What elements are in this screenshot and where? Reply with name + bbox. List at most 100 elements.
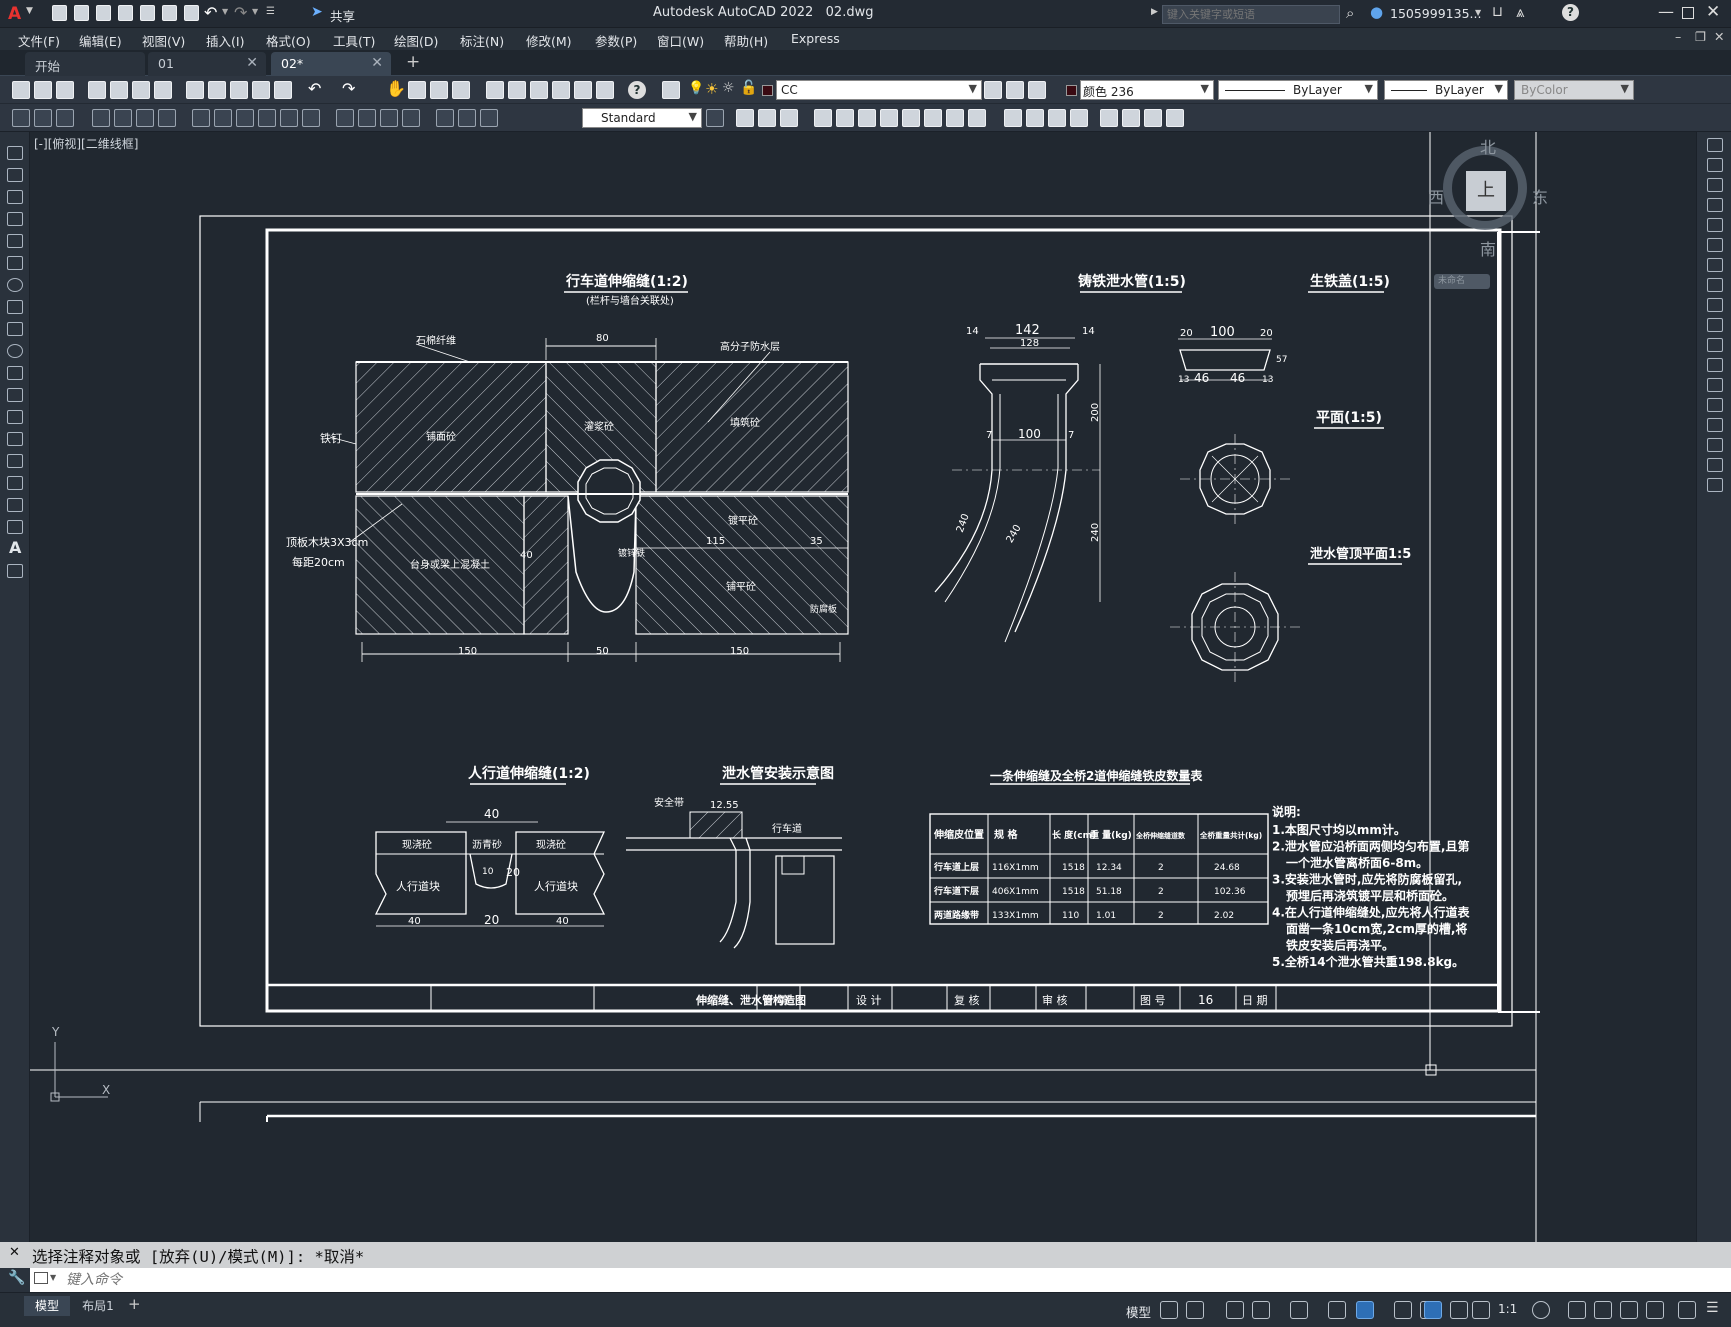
extend-icon[interactable] bbox=[1707, 338, 1723, 352]
close-tab-icon[interactable]: ✕ bbox=[371, 55, 383, 71]
lineweight-dropdown[interactable]: ByLayer ▼ bbox=[1384, 80, 1508, 100]
menu-tools[interactable]: 工具(T) bbox=[333, 31, 375, 50]
menu-window[interactable]: 窗口(W) bbox=[657, 31, 704, 50]
modify-tool-8-icon[interactable] bbox=[902, 109, 920, 127]
modify-tool-7-icon[interactable] bbox=[880, 109, 898, 127]
blend-icon[interactable] bbox=[1707, 458, 1723, 472]
polygon-icon[interactable] bbox=[7, 212, 23, 226]
trim-icon[interactable] bbox=[1707, 318, 1723, 332]
plot-tool-icon[interactable] bbox=[88, 81, 106, 99]
insert-block-icon[interactable] bbox=[7, 388, 23, 402]
menu-help[interactable]: 帮助(H) bbox=[724, 31, 768, 50]
make-current-layer-icon[interactable] bbox=[984, 81, 1002, 99]
zoom-window-icon[interactable] bbox=[430, 81, 448, 99]
break-point-icon[interactable] bbox=[1707, 358, 1723, 372]
viewcube-face-top[interactable]: 上 bbox=[1466, 171, 1506, 211]
preview-icon[interactable] bbox=[110, 81, 128, 99]
grid-icon[interactable] bbox=[1160, 1301, 1178, 1319]
command-input[interactable] bbox=[66, 1270, 1686, 1290]
undo-tool-icon[interactable]: ↶ bbox=[308, 79, 321, 98]
compass-west[interactable]: 西 bbox=[1428, 184, 1444, 208]
undo-icon[interactable]: ↶ bbox=[204, 3, 217, 22]
dim-ordinate-icon[interactable] bbox=[92, 109, 110, 127]
doc-minimize-icon[interactable]: – bbox=[1675, 29, 1681, 44]
save-as-icon[interactable] bbox=[118, 5, 133, 21]
modify-tool-5-icon[interactable] bbox=[836, 109, 854, 127]
modify-tool-6-icon[interactable] bbox=[858, 109, 876, 127]
mtext-icon[interactable]: A bbox=[9, 538, 21, 557]
autocad-logo-icon[interactable]: A bbox=[8, 4, 21, 24]
dim-edit-icon[interactable] bbox=[436, 109, 454, 127]
menu-express[interactable]: Express bbox=[791, 31, 840, 46]
circle-icon[interactable] bbox=[7, 278, 23, 292]
menu-insert[interactable]: 插入(I) bbox=[206, 31, 244, 50]
add-selected-icon[interactable] bbox=[7, 564, 23, 578]
modify-tool-18-icon[interactable] bbox=[1144, 109, 1162, 127]
tab-01[interactable]: 01 ✕ bbox=[148, 52, 266, 76]
minimize-icon[interactable]: — bbox=[1658, 2, 1674, 21]
dim-break-icon[interactable] bbox=[302, 109, 320, 127]
point-icon[interactable] bbox=[7, 432, 23, 446]
isodraft-icon[interactable] bbox=[1290, 1301, 1308, 1319]
gradient-icon[interactable] bbox=[7, 476, 23, 490]
recent-commands-icon[interactable] bbox=[34, 1272, 48, 1284]
auto-scale-icon[interactable] bbox=[1450, 1301, 1468, 1319]
design-center-icon[interactable] bbox=[508, 81, 526, 99]
wcs-menu[interactable]: 未命名 bbox=[1434, 274, 1490, 289]
redo-dropdown-icon[interactable]: ▼ bbox=[252, 7, 258, 16]
compass-north[interactable]: 北 bbox=[1480, 134, 1496, 158]
modify-tool-14-icon[interactable] bbox=[1048, 109, 1066, 127]
annotation-scale-value[interactable]: 1:1 bbox=[1498, 1302, 1517, 1316]
wrench-icon[interactable]: 🔧 bbox=[8, 1270, 25, 1286]
undo-dropdown-icon[interactable]: ▼ bbox=[222, 7, 228, 16]
markup-icon[interactable] bbox=[574, 81, 592, 99]
modify-tool-10-icon[interactable] bbox=[946, 109, 964, 127]
modify-tool-12-icon[interactable] bbox=[1004, 109, 1022, 127]
layer-dropdown[interactable]: CC ▼ bbox=[776, 80, 982, 100]
rotate-icon[interactable] bbox=[1707, 258, 1723, 272]
table-icon[interactable] bbox=[7, 520, 23, 534]
help-tool-icon[interactable]: ? bbox=[628, 81, 646, 99]
user-name[interactable]: 1505999135... bbox=[1390, 6, 1481, 21]
layer-match-icon[interactable] bbox=[1028, 81, 1046, 99]
menu-modify[interactable]: 修改(M) bbox=[526, 31, 572, 50]
qnew-icon[interactable] bbox=[12, 81, 30, 99]
publish-tool-icon[interactable] bbox=[132, 81, 150, 99]
modify-tool-17-icon[interactable] bbox=[1122, 109, 1140, 127]
text-style-dropdown[interactable]: Standard ▼ bbox=[582, 108, 702, 128]
export-icon[interactable] bbox=[162, 5, 177, 21]
menu-parametric[interactable]: 参数(P) bbox=[595, 31, 637, 50]
tool-palettes-icon[interactable] bbox=[530, 81, 548, 99]
properties-icon[interactable] bbox=[486, 81, 504, 99]
make-block-icon[interactable] bbox=[7, 410, 23, 424]
zoom-previous-icon[interactable] bbox=[452, 81, 470, 99]
fillet-icon[interactable] bbox=[1707, 438, 1723, 452]
copy-object-icon[interactable] bbox=[1707, 158, 1723, 172]
graphics-performance-icon[interactable] bbox=[1646, 1301, 1664, 1319]
autodesk-app-icon[interactable]: ⩓ bbox=[1516, 3, 1524, 21]
break-icon[interactable] bbox=[1707, 378, 1723, 392]
modify-tool-4-icon[interactable] bbox=[814, 109, 832, 127]
polar-icon[interactable] bbox=[1252, 1301, 1270, 1319]
explode-icon[interactable] bbox=[1707, 478, 1723, 492]
dim-space-icon[interactable] bbox=[280, 109, 298, 127]
block-editor-icon[interactable] bbox=[274, 81, 292, 99]
tolerance-icon[interactable] bbox=[336, 109, 354, 127]
pan-icon[interactable]: ✋ bbox=[386, 79, 406, 98]
share-icon[interactable]: ➤ bbox=[311, 4, 323, 20]
publish-icon[interactable] bbox=[140, 5, 155, 21]
compass-east[interactable]: 东 bbox=[1532, 184, 1548, 208]
construction-line-icon[interactable] bbox=[7, 168, 23, 182]
zoom-realtime-icon[interactable] bbox=[408, 81, 426, 99]
redo-icon[interactable]: ↷ bbox=[234, 3, 247, 22]
dim-jogged-icon[interactable] bbox=[136, 109, 154, 127]
ortho-icon[interactable] bbox=[1226, 1301, 1244, 1319]
modify-tool-1-icon[interactable] bbox=[736, 109, 754, 127]
doc-close-icon[interactable]: ✕ bbox=[1714, 29, 1724, 44]
dim-quick-icon[interactable] bbox=[214, 109, 232, 127]
redo-tool-icon[interactable]: ↷ bbox=[342, 79, 355, 98]
modify-tool-16-icon[interactable] bbox=[1100, 109, 1118, 127]
search-icon[interactable]: ⌕ bbox=[1346, 4, 1354, 22]
dim-text-edit-icon[interactable] bbox=[458, 109, 476, 127]
tab-model[interactable]: 模型 bbox=[24, 1296, 70, 1316]
